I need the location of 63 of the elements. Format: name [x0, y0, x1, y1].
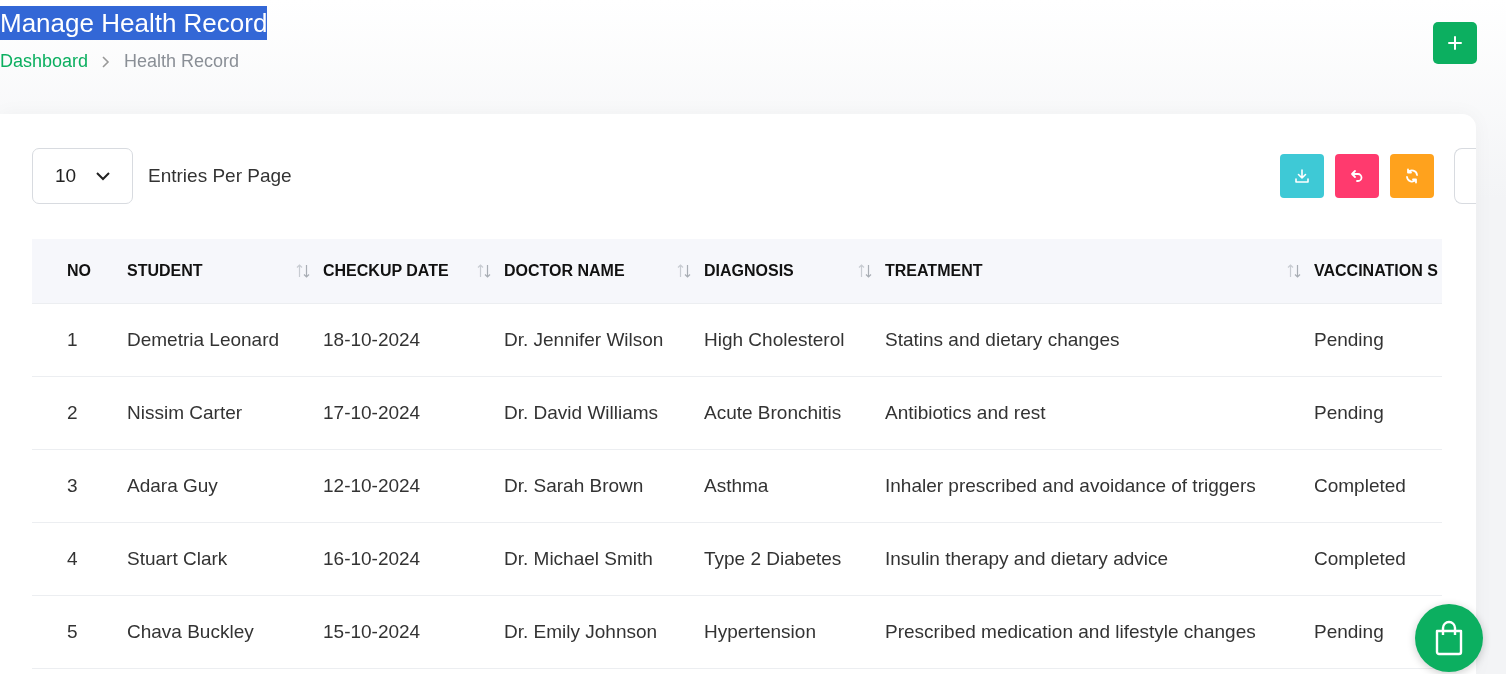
table-cell: Dr. Emily Johnson	[504, 620, 658, 642]
table-cell: Completed	[1314, 474, 1406, 496]
table-cell: Chava Buckley	[127, 620, 254, 642]
table-cell: High Cholesterol	[704, 328, 845, 350]
undo-arrow-icon	[1349, 168, 1365, 184]
chevron-right-icon	[102, 55, 111, 68]
table-cell: Dr. David Williams	[504, 401, 659, 423]
table-cell: Pending	[1314, 401, 1384, 423]
table-cell: 18-10-2024	[323, 328, 421, 350]
plus-icon	[1448, 36, 1462, 50]
table-cell: Stuart Clark	[127, 547, 228, 569]
refresh-button[interactable]	[1390, 154, 1434, 198]
refresh-icon	[1404, 168, 1420, 184]
table-cell: Insulin therapy and dietary advice	[885, 547, 1169, 569]
table-cell: Prescribed medication and lifestyle changes	[885, 620, 1256, 642]
page-title: Manage Health Record	[0, 6, 268, 40]
breadcrumb-current: Health Record	[124, 51, 240, 72]
table-cell: Hypertension	[704, 620, 816, 642]
table-cell: Dr. Sarah Brown	[504, 474, 644, 496]
table-cell: Adara Guy	[127, 474, 218, 496]
table-cell: 3	[67, 474, 78, 496]
table-cell: Dr. Jennifer Wilson	[504, 328, 664, 350]
table-cell: Asthma	[704, 474, 769, 496]
table-cell: 16-10-2024	[323, 547, 421, 569]
download-icon	[1294, 168, 1310, 184]
table-cell: Type 2 Diabetes	[704, 547, 842, 569]
column-header[interactable]: VACCINATION S	[1314, 239, 1442, 303]
column-header[interactable]: TREATMENT	[885, 239, 1314, 303]
entries-select[interactable]: 10	[32, 148, 133, 204]
table-cell: Pending	[1314, 328, 1384, 350]
table-cell: 1	[67, 328, 78, 350]
download-button[interactable]	[1280, 154, 1324, 198]
table-cell: 5	[67, 620, 78, 642]
table-cell: 15-10-2024	[323, 620, 421, 642]
search-field[interactable]	[1454, 148, 1476, 204]
table-cell: 12-10-2024	[323, 474, 421, 496]
shopping-bag-icon	[1434, 620, 1464, 656]
table-cell: 17-10-2024	[323, 401, 421, 423]
column-header[interactable]: CHECKUP DATE	[323, 239, 504, 303]
table-cell: Dr. Michael Smith	[504, 547, 653, 569]
sort-icon[interactable]	[476, 262, 492, 279]
table-cell: Completed	[1314, 547, 1406, 569]
add-button[interactable]	[1433, 22, 1477, 64]
column-header[interactable]: NO	[32, 239, 127, 303]
column-header[interactable]: STUDENT	[127, 239, 323, 303]
table-cell: Demetria Leonard	[127, 328, 280, 350]
table-cell: 2	[67, 401, 78, 423]
column-header[interactable]: DIAGNOSIS	[704, 239, 885, 303]
entries-label: Entries Per Page	[148, 165, 292, 187]
sort-icon[interactable]	[295, 262, 311, 279]
table-cell: Pending	[1314, 620, 1384, 642]
sort-icon[interactable]	[857, 262, 873, 279]
undo-button[interactable]	[1335, 154, 1379, 198]
column-header[interactable]: DOCTOR NAME	[504, 239, 704, 303]
chevron-down-icon	[96, 171, 110, 181]
table-cell: Acute Bronchitis	[704, 401, 842, 423]
table-cell: Antibiotics and rest	[885, 401, 1046, 423]
table-cell: Inhaler prescribed and avoidance of triggers	[885, 474, 1256, 496]
table-cell: Nissim Carter	[127, 401, 243, 423]
table-cell: 4	[67, 547, 78, 569]
table-cell: Statins and dietary changes	[885, 328, 1120, 350]
sort-icon[interactable]	[1286, 262, 1302, 279]
sort-icon[interactable]	[676, 262, 692, 279]
